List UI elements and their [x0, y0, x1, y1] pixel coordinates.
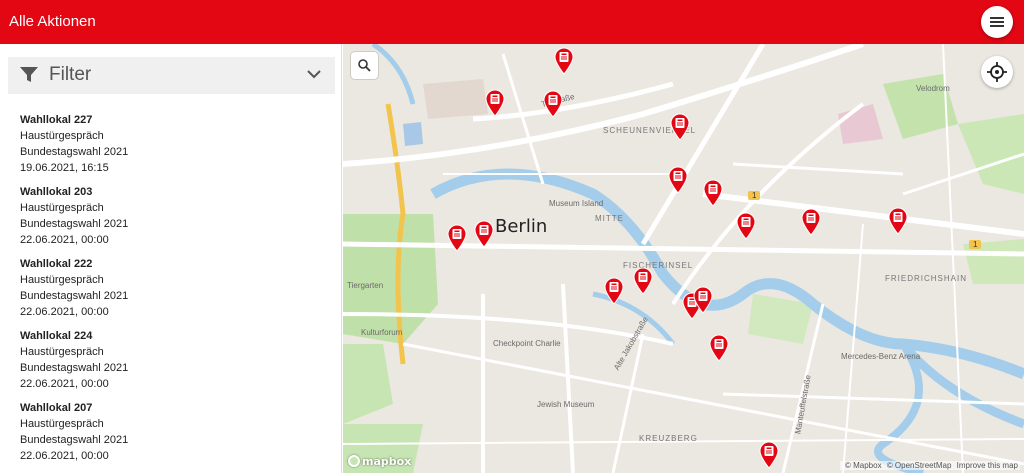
ballot-box-marker-icon[interactable] [801, 208, 821, 236]
list-item[interactable]: Wahllokal 203 Haustürgespräch Bundestags… [20, 184, 330, 256]
improve-map-link[interactable]: Improve this map [957, 461, 1018, 470]
action-campaign: Bundestagswahl 2021 [20, 362, 129, 374]
ballot-box-marker-icon[interactable] [703, 179, 723, 207]
page-title: Alle Aktionen [9, 13, 96, 30]
ballot-box-marker-icon[interactable] [693, 286, 713, 314]
filter-label: Filter [49, 64, 92, 85]
locate-button[interactable] [981, 56, 1013, 88]
action-type: Haustürgespräch [20, 418, 104, 430]
ballot-box-marker-icon[interactable] [554, 47, 574, 75]
action-date: 22.06.2021, 00:00 [20, 234, 109, 246]
action-campaign: Bundestagswahl 2021 [20, 290, 129, 302]
ballot-box-marker-icon[interactable] [447, 224, 467, 252]
map-label: KREUZBERG [639, 434, 698, 443]
action-list: Wahllokal 227 Haustürgespräch Bundestags… [20, 112, 330, 472]
ballot-box-marker-icon[interactable] [633, 267, 653, 295]
mapbox-attribution-link[interactable]: © Mapbox [845, 461, 882, 470]
ballot-box-marker-icon[interactable] [759, 441, 779, 469]
map-label: FRIEDRICHSHAIN [885, 274, 968, 283]
list-item[interactable]: Wahllokal 222 Haustürgespräch Bundestags… [20, 256, 330, 328]
route-shield: 1 [969, 240, 982, 249]
map-label: Velodrom [916, 84, 950, 93]
action-campaign: Bundestagswahl 2021 [20, 434, 129, 446]
ballot-box-marker-icon[interactable] [888, 207, 908, 235]
hamburger-menu-icon [990, 17, 1004, 19]
action-type: Haustürgespräch [20, 274, 104, 286]
action-date: 19.06.2021, 16:15 [20, 162, 109, 174]
funnel-icon [20, 67, 38, 82]
action-campaign: Bundestagswahl 2021 [20, 146, 129, 158]
action-name: Wahllokal 224 [20, 330, 93, 342]
menu-button[interactable] [981, 6, 1013, 38]
action-name: Wahllokal 203 [20, 186, 93, 198]
map-basemap [343, 44, 1024, 473]
action-date: 22.06.2021, 00:00 [20, 450, 109, 462]
route-shield: 1 [748, 191, 761, 200]
app-header: Alle Aktionen [0, 0, 1024, 44]
mapbox-logo: mapbox [348, 455, 411, 468]
filter-toggle[interactable]: Filter [8, 57, 335, 94]
map-attribution: © Mapbox © OpenStreetMap Improve this ma… [840, 461, 1020, 470]
action-name: Wahllokal 222 [20, 258, 93, 270]
action-date: 22.06.2021, 00:00 [20, 378, 109, 390]
map-label: Jewish Museum [537, 400, 595, 409]
action-type: Haustürgespräch [20, 202, 104, 214]
ballot-box-marker-icon[interactable] [485, 89, 505, 117]
map-search-button[interactable] [351, 52, 378, 79]
list-item[interactable]: Wahllokal 227 Haustürgespräch Bundestags… [20, 112, 330, 184]
ballot-box-marker-icon[interactable] [668, 166, 688, 194]
ballot-box-marker-icon[interactable] [670, 113, 690, 141]
map-view[interactable]: SCHEUNENVIERTEL MITTE FISCHERINSEL FRIED… [343, 44, 1024, 473]
list-item[interactable]: Wahllokal 207 Haustürgespräch Bundestags… [20, 400, 330, 472]
ballot-box-marker-icon[interactable] [604, 277, 624, 305]
map-label: Museum Island [549, 199, 604, 208]
action-name: Wahllokal 207 [20, 402, 93, 414]
ballot-box-marker-icon[interactable] [709, 334, 729, 362]
ballot-box-marker-icon[interactable] [474, 220, 494, 248]
map-label: MITTE [595, 214, 624, 223]
list-item[interactable]: Wahllokal 224 Haustürgespräch Bundestags… [20, 328, 330, 400]
action-type: Haustürgespräch [20, 346, 104, 358]
map-label: Mercedes-Benz Arena [841, 352, 921, 361]
map-label: Checkpoint Charlie [493, 339, 561, 348]
ballot-box-marker-icon[interactable] [736, 212, 756, 240]
sidebar: Filter Wahllokal 227 Haustürgespräch Bun… [0, 44, 342, 473]
action-name: Wahllokal 227 [20, 114, 93, 126]
action-campaign: Bundestagswahl 2021 [20, 218, 129, 230]
city-label: Berlin [495, 216, 548, 237]
osm-attribution-link[interactable]: © OpenStreetMap [887, 461, 952, 470]
ballot-box-marker-icon[interactable] [543, 90, 563, 118]
action-date: 22.06.2021, 00:00 [20, 306, 109, 318]
search-icon [358, 59, 371, 72]
action-type: Haustürgespräch [20, 130, 104, 142]
map-label: Kulturforum [361, 328, 403, 337]
chevron-down-icon [307, 70, 321, 79]
crosshair-locate-icon [987, 62, 1007, 82]
map-label: Tiergarten [347, 281, 384, 290]
